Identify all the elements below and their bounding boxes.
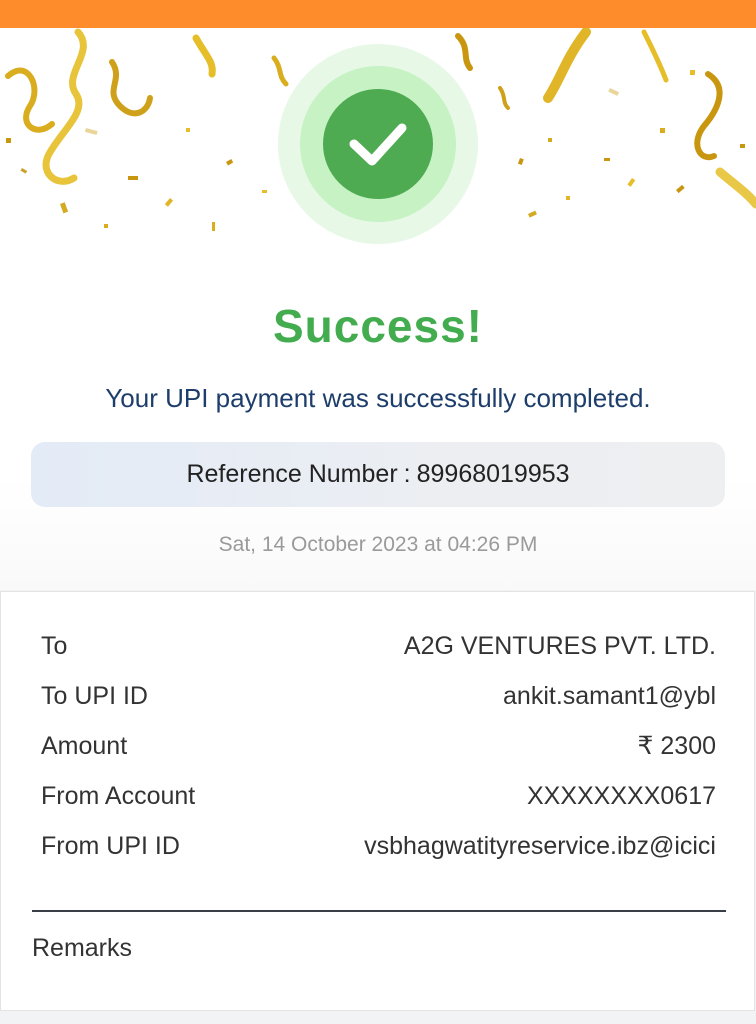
detail-row-from-account: From Account XXXXXXXX0617 <box>41 776 716 816</box>
detail-label: To <box>41 631 68 660</box>
detail-value: ₹ 2300 <box>637 732 716 760</box>
reference-number-value: 89968019953 <box>416 460 570 488</box>
detail-row-amount: Amount ₹ 2300 <box>41 726 716 766</box>
detail-value: vsbhagwatityreservice.ibz@icici <box>364 831 716 860</box>
transaction-timestamp: Sat, 14 October 2023 at 04:26 PM <box>218 533 538 556</box>
detail-row-to: To A2G VENTURES PVT. LTD. <box>41 626 716 666</box>
transaction-details-card: To A2G VENTURES PVT. LTD. To UPI ID anki… <box>0 591 755 1011</box>
detail-label: To UPI ID <box>41 681 148 710</box>
detail-label: From Account <box>41 781 196 810</box>
reference-number-label: Reference Number <box>186 460 398 488</box>
success-message: Your UPI payment was successfully comple… <box>105 383 651 413</box>
details-divider <box>32 910 726 912</box>
success-badge <box>278 44 478 244</box>
reference-number-box: Reference Number : 89968019953 <box>31 442 725 507</box>
top-status-bar <box>0 0 756 28</box>
detail-value: A2G VENTURES PVT. LTD. <box>403 631 716 660</box>
detail-value: ankit.samant1@ybl <box>503 681 716 710</box>
detail-value: XXXXXXXX0617 <box>526 781 716 810</box>
detail-label: Amount <box>41 731 128 760</box>
detail-label: From UPI ID <box>41 831 180 860</box>
success-hero: Success! Your UPI payment was successful… <box>0 28 756 590</box>
success-title: Success! <box>272 300 483 352</box>
detail-row-to-upi-id: To UPI ID ankit.samant1@ybl <box>41 676 716 716</box>
detail-row-from-upi-id: From UPI ID vsbhagwatityreservice.ibz@ic… <box>41 826 716 866</box>
reference-separator: : <box>403 460 411 488</box>
remarks-label: Remarks <box>32 934 133 962</box>
